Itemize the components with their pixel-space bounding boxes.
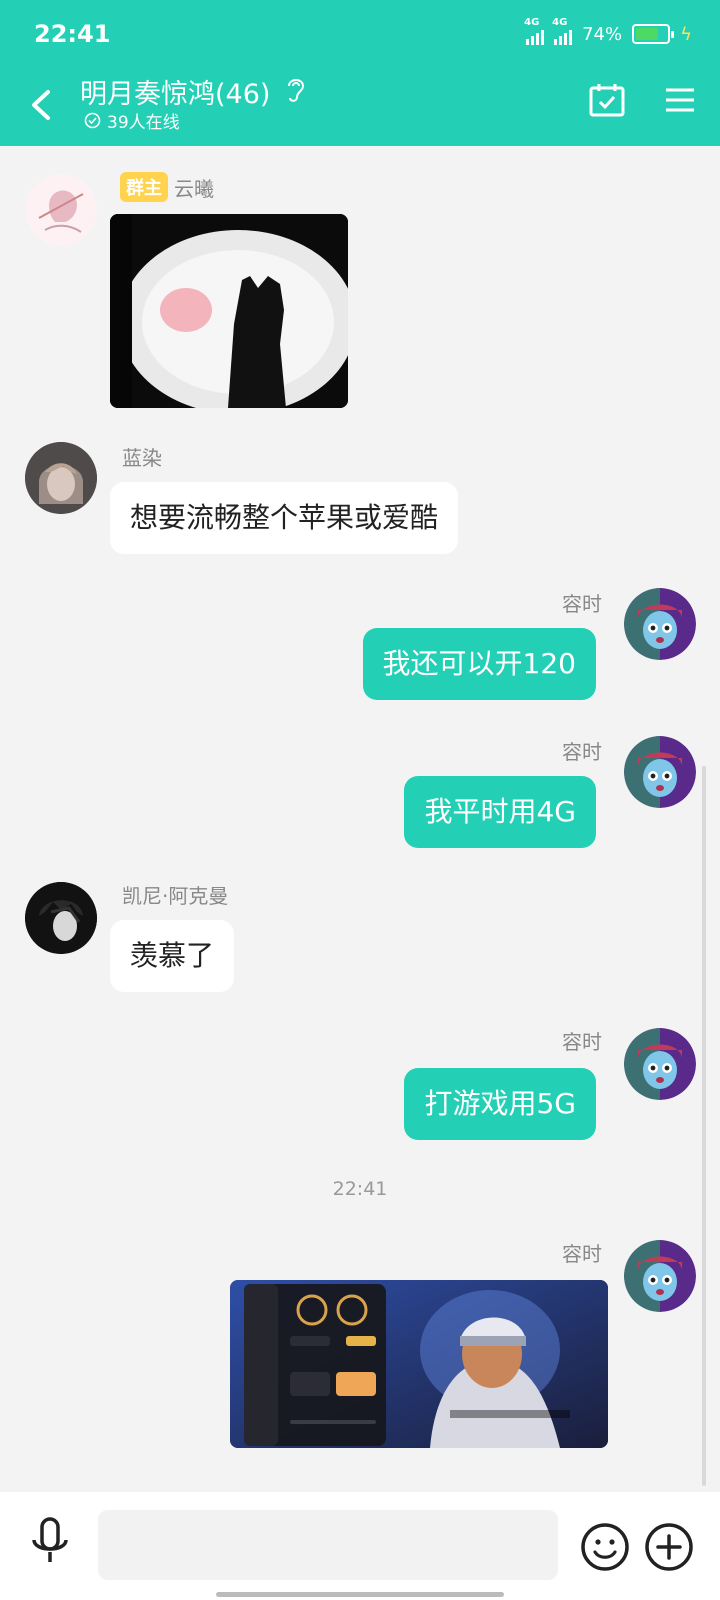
sender-label: 云曦 [174, 176, 214, 201]
sender-label: 容时 [562, 1242, 602, 1266]
avatar[interactable] [25, 882, 97, 954]
signal-icon: 4G [524, 17, 545, 45]
owner-badge: 群主 [120, 172, 168, 202]
battery-icon [632, 24, 675, 44]
message-input[interactable] [98, 1510, 558, 1580]
online-count-label: 39人在线 [107, 113, 180, 133]
sender-name: 群主 云曦 [120, 172, 214, 202]
status-indicators: 4G 4G 74% ϟ [524, 17, 692, 48]
status-bar: 22:41 4G 4G 74% ϟ [0, 0, 720, 66]
plus-icon[interactable] [644, 1522, 694, 1572]
image-message[interactable] [230, 1280, 608, 1448]
avatar[interactable] [624, 736, 696, 808]
avatar[interactable] [624, 588, 696, 660]
group-title[interactable]: 明月奏惊鸿(46) [80, 72, 270, 111]
ear-icon[interactable] [284, 74, 308, 104]
sender-name: 蓝染 [122, 442, 162, 471]
battery-percent: 74% [582, 23, 623, 45]
message-bubble[interactable]: 想要流畅整个苹果或爱酷 [110, 482, 459, 554]
sender-label: 容时 [562, 592, 602, 616]
message-bubble[interactable]: 我还可以开120 [362, 628, 596, 700]
back-icon[interactable] [24, 84, 60, 126]
sender-label: 蓝染 [122, 446, 162, 470]
status-time: 22:41 [34, 20, 111, 48]
sender-name: 容时 [562, 588, 602, 617]
avatar[interactable] [624, 1028, 696, 1100]
scrollbar[interactable] [702, 766, 706, 1486]
emoji-icon[interactable] [580, 1522, 630, 1572]
sender-name: 凯尼·阿克曼 [122, 880, 228, 909]
message-bubble[interactable]: 打游戏用5G [404, 1068, 596, 1140]
sender-label: 凯尼·阿克曼 [122, 884, 229, 908]
check-circle-icon [84, 112, 101, 129]
sender-label: 容时 [562, 740, 602, 764]
avatar[interactable] [25, 174, 97, 246]
calendar-check-icon[interactable] [588, 82, 626, 118]
sender-name: 容时 [562, 736, 602, 765]
image-message[interactable] [110, 214, 348, 408]
message-bubble[interactable]: 羡慕了 [110, 920, 235, 992]
avatar[interactable] [25, 442, 97, 514]
home-indicator[interactable] [216, 1592, 504, 1597]
chat-header: 明月奏惊鸿(46) 39人在线 [0, 66, 720, 146]
message-list[interactable]: 群主 云曦 蓝染 想要流畅整个苹果或爱酷 容时 我还可以开120 容时 我平时用… [0, 146, 720, 1492]
sender-name: 容时 [562, 1238, 602, 1267]
message-bubble[interactable]: 我平时用4G [404, 776, 596, 848]
time-separator: 22:41 [332, 1178, 388, 1200]
online-count: 39人在线 [84, 108, 180, 133]
charging-icon: ϟ [680, 23, 692, 45]
sender-label: 容时 [562, 1030, 602, 1054]
network-type-label: 4G [552, 17, 568, 28]
microphone-icon[interactable] [28, 1516, 72, 1568]
sender-name: 容时 [562, 1026, 602, 1055]
input-bar [0, 1492, 720, 1600]
menu-icon[interactable] [664, 86, 696, 114]
signal-icon: 4G [552, 17, 573, 45]
network-type-label: 4G [524, 17, 540, 28]
avatar[interactable] [624, 1240, 696, 1312]
